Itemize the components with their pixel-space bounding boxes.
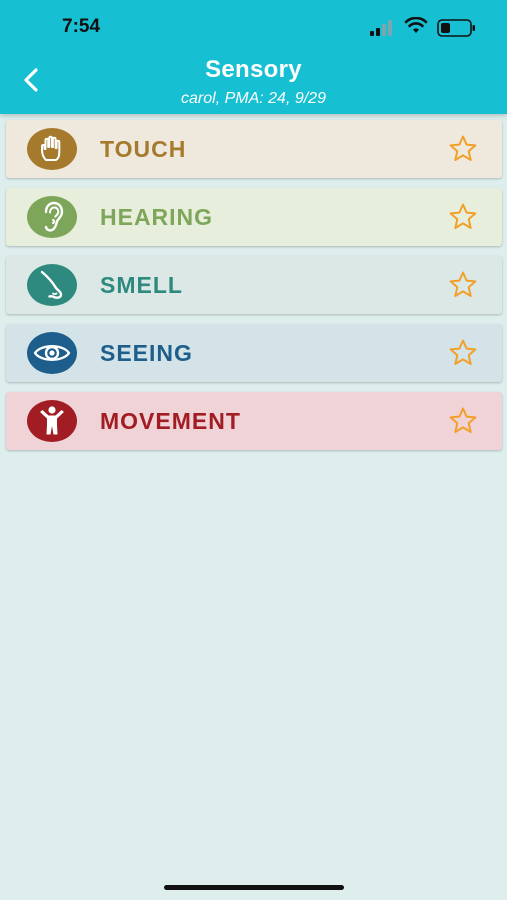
favorite-star-icon[interactable] — [448, 338, 478, 368]
favorite-star-icon[interactable] — [448, 134, 478, 164]
category-item-smell[interactable]: SMELL — [6, 256, 502, 314]
page-subtitle: carol, PMA: 24, 9/29 — [181, 90, 326, 107]
movement-icon — [27, 400, 77, 442]
category-item-movement[interactable]: MOVEMENT — [6, 392, 502, 450]
page-title: Sensory — [205, 56, 302, 83]
favorite-star-icon[interactable] — [448, 270, 478, 300]
category-item-seeing[interactable]: SEEING — [6, 324, 502, 382]
status-bar: 7:54 — [0, 0, 507, 50]
category-label: SEEING — [100, 340, 193, 366]
category-label: MOVEMENT — [100, 408, 241, 434]
category-item-hearing[interactable]: HEARING — [6, 188, 502, 246]
nose-icon — [27, 264, 77, 306]
favorite-star-icon[interactable] — [448, 406, 478, 436]
hand-icon — [27, 128, 77, 170]
favorite-star-icon[interactable] — [448, 202, 478, 232]
category-label: HEARING — [100, 204, 214, 230]
ear-icon — [27, 196, 77, 238]
cellular-signal-icon — [370, 20, 392, 36]
home-indicator[interactable] — [164, 885, 344, 890]
category-label: TOUCH — [100, 136, 187, 162]
eye-icon — [27, 332, 77, 374]
wifi-icon — [404, 17, 428, 33]
sensory-category-list: TOUCH HEARING SMELL SEEING MOVEMENT — [6, 120, 502, 460]
category-item-touch[interactable]: TOUCH — [6, 120, 502, 178]
battery-icon — [437, 19, 475, 37]
app-header: 7:54 Sensory carol, PMA: 24, 9/29 — [0, 0, 507, 114]
category-label: SMELL — [100, 272, 183, 298]
status-time: 7:54 — [62, 16, 101, 37]
